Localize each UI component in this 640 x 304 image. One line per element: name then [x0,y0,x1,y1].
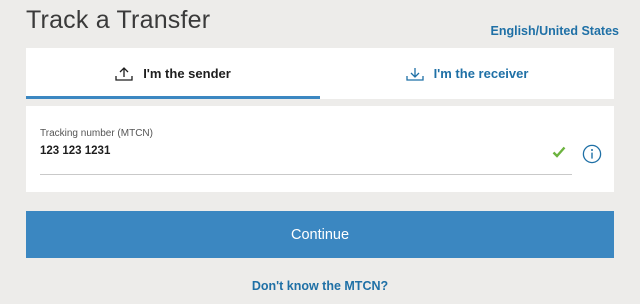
tab-sender-label: I'm the sender [143,66,231,81]
continue-button[interactable]: Continue [26,211,614,258]
tracking-number-label: Tracking number (MTCN) [40,128,153,139]
page-title: Track a Transfer [26,6,211,34]
tab-receiver[interactable]: I'm the receiver [320,48,614,99]
tab-sender[interactable]: I'm the sender [26,48,320,99]
help-link-container: Don't know the MTCN? [0,279,640,293]
download-icon [405,66,424,82]
tracking-field: Tracking number (MTCN) [40,128,572,175]
info-icon[interactable] [582,144,602,169]
tracking-form: Tracking number (MTCN) [26,106,614,192]
checkmark-icon [552,145,566,163]
role-tabs: I'm the sender I'm the receiver [26,48,614,99]
dont-know-mtcn-link[interactable]: Don't know the MTCN? [252,279,388,293]
upload-icon [115,66,133,82]
tracking-number-input[interactable] [40,145,520,157]
locale-link[interactable]: English/United States [491,24,620,38]
tab-receiver-label: I'm the receiver [433,66,529,81]
